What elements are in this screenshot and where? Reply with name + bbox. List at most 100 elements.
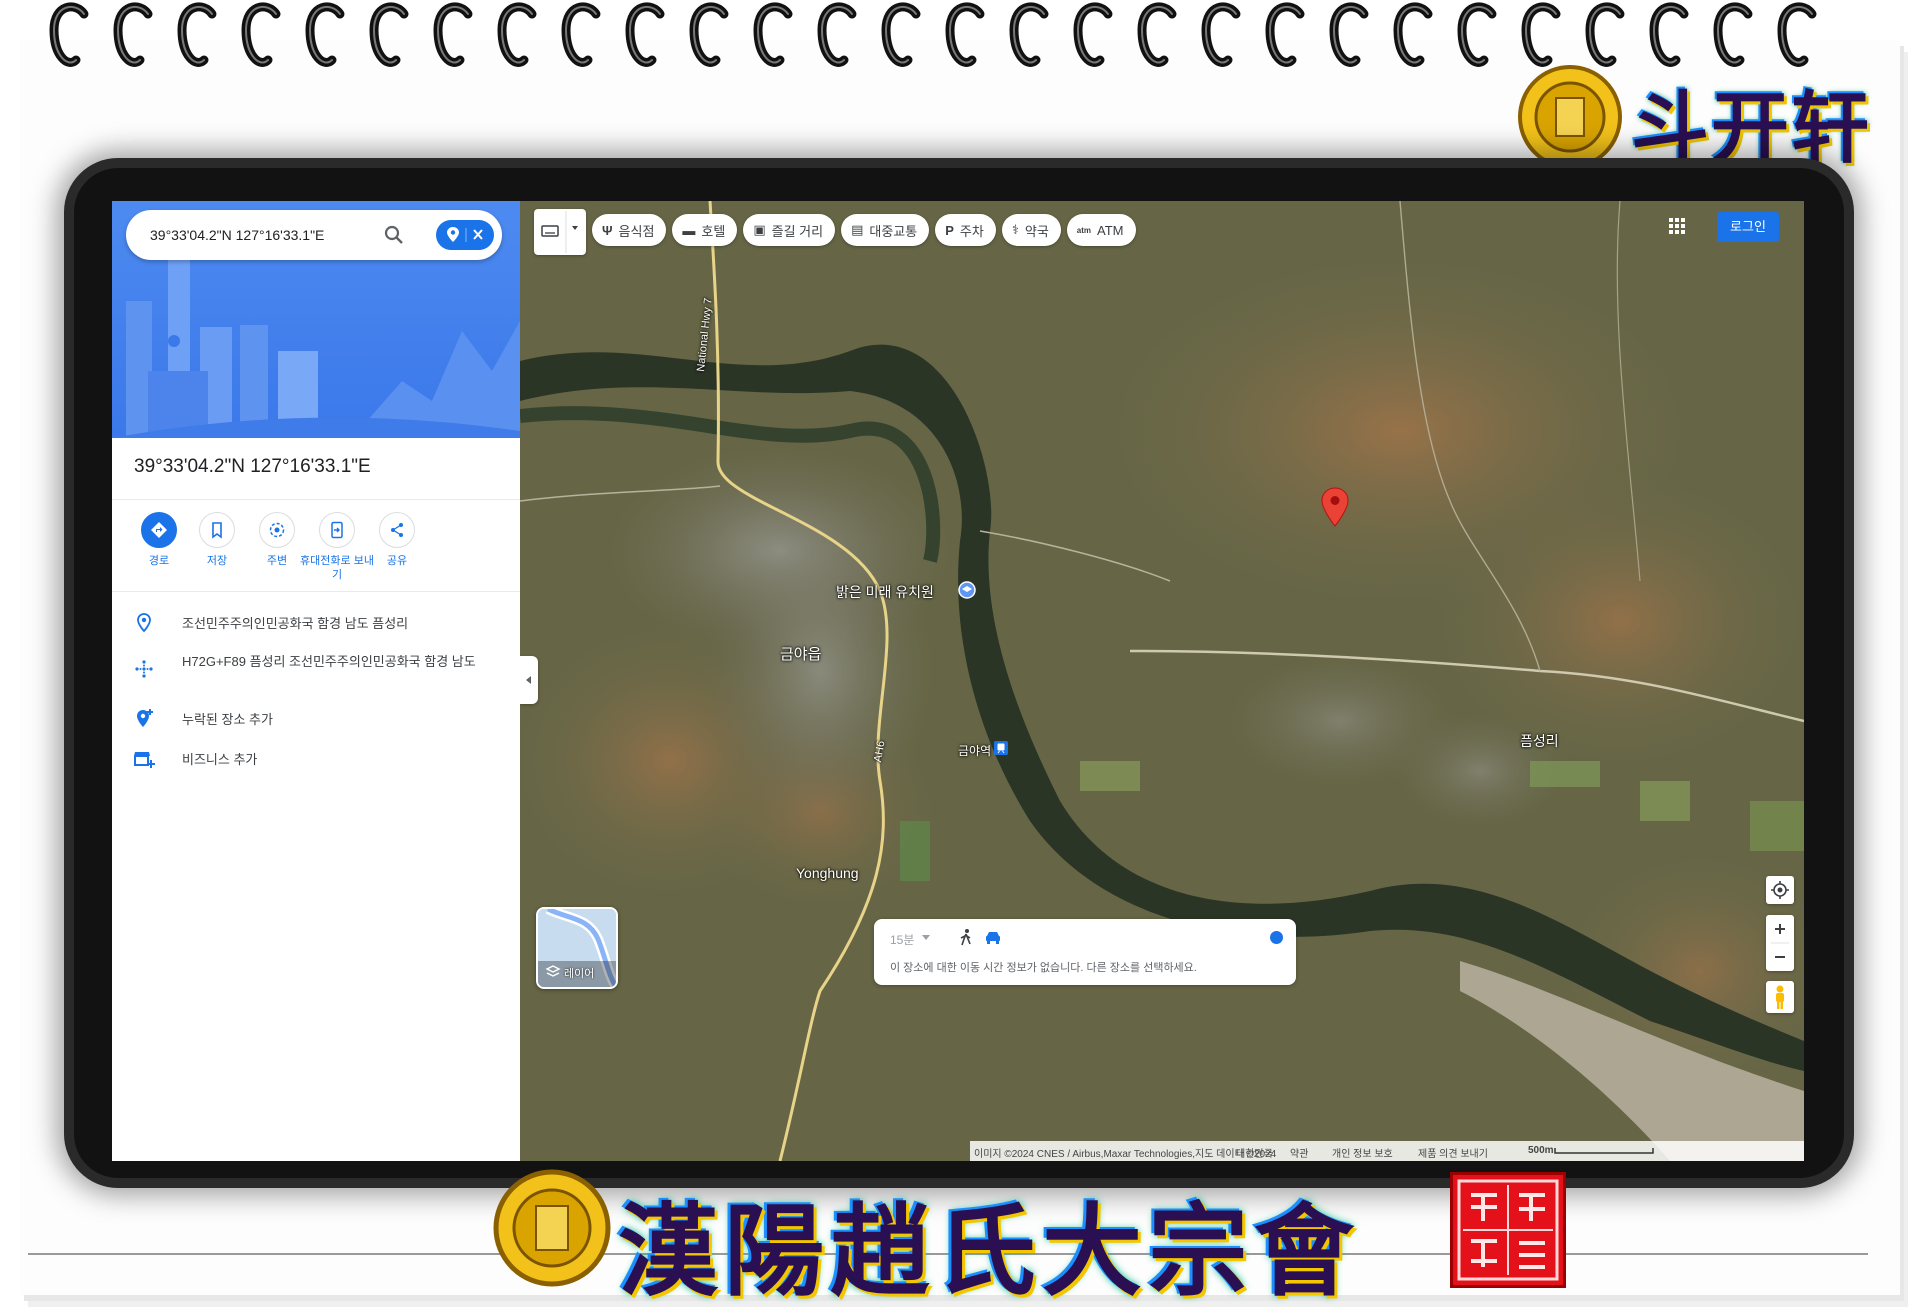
chevron-left-icon	[526, 676, 531, 684]
place-panel: 39°33'04.2"N 127°16'33.1"E 39°33'04.2"N …	[112, 201, 521, 1161]
street-view-pegman[interactable]	[1766, 981, 1794, 1013]
chip-restaurants[interactable]: Ψ 음식점	[592, 214, 667, 246]
apps-grid-icon[interactable]	[1668, 217, 1686, 235]
add-business-row[interactable]: 비즈니스 추가	[132, 747, 502, 775]
map-label-town[interactable]: 금야읍	[780, 643, 821, 664]
travel-mode-indicator	[1270, 931, 1283, 944]
spiral-ring	[366, 0, 416, 72]
train-station-icon[interactable]	[994, 741, 1008, 755]
action-label: 공유	[386, 555, 408, 567]
input-tools-button[interactable]	[534, 209, 586, 255]
chip-atm[interactable]: atm ATM	[1066, 214, 1136, 246]
chip-label: 즐길 거리	[771, 223, 824, 239]
maps-screen: 39°33'04.2"N 127°16'33.1"E 39°33'04.2"N …	[112, 201, 1804, 1161]
search-icon[interactable]	[382, 223, 406, 247]
plus-code-row[interactable]: H72G+F89 픔성리 조선민주주의인민공화국 함경 남도	[132, 649, 502, 693]
spiral-ring	[942, 0, 992, 72]
layers-button[interactable]: 레이어	[536, 907, 618, 989]
spiral-ring	[1006, 0, 1056, 72]
zoom-in-icon	[1775, 924, 1785, 934]
brand-top: 斗开轩	[1515, 62, 1895, 182]
search-input[interactable]: 39°33'04.2"N 127°16'33.1"E	[150, 227, 324, 243]
restaurant-icon: Ψ	[602, 222, 613, 238]
address-text: 조선민주주의인민공화국 함경 남도 픔성리	[182, 616, 409, 631]
divider	[112, 499, 520, 500]
red-seal-stamp	[1450, 1172, 1566, 1288]
spiral-ring	[302, 0, 352, 72]
walking-icon[interactable]	[958, 928, 974, 946]
divider	[112, 591, 520, 592]
pegman-icon	[1776, 985, 1784, 1009]
spiral-ring	[1326, 0, 1376, 72]
brand-top-text: 斗开轩	[1631, 83, 1872, 174]
plus-code-text: H72G+F89 픔성리 조선민주주의인민공화국 함경 남도	[182, 654, 476, 669]
chip-parking[interactable]: P 주차	[935, 214, 996, 246]
attribution-text: 이미지 ©2024 CNES / Airbus,Maxar Technologi…	[974, 1149, 1277, 1160]
my-location-icon	[1771, 881, 1789, 899]
login-button[interactable]: 로그인	[1717, 212, 1779, 242]
travel-message: 이 장소에 대한 이동 시간 정보가 없습니다. 다른 장소를 선택하세요.	[890, 962, 1197, 974]
brand-bottom-text: 漢陽趙氏大宗會	[618, 1192, 1360, 1310]
map-footer: 이미지 ©2024 CNES / Airbus,Maxar Technologi…	[970, 1141, 1804, 1161]
chip-label: 약국	[1024, 223, 1049, 239]
add-missing-place-row[interactable]: 누락된 장소 추가	[132, 707, 502, 735]
share-button[interactable]: 공유	[360, 512, 434, 568]
category-chips: Ψ 음식점 ▬ 호텔 ▣ 즐길 거리 ▤ 대중교통 P 주차 ⚕ 약국 atm ATM	[534, 209, 1136, 255]
terms-link[interactable]: 약관	[1290, 1145, 1308, 1160]
spiral-ring	[686, 0, 736, 72]
chip-things-to-do[interactable]: ▣ 즐길 거리	[743, 214, 836, 246]
spiral-ring	[46, 0, 96, 72]
address-row[interactable]: 조선민주주의인민공화국 함경 남도 픔성리	[132, 611, 502, 639]
brand-bottom: 漢陽趙氏大宗會	[490, 1160, 1570, 1310]
travel-time-select[interactable]: 15분	[890, 931, 914, 948]
spiral-ring	[878, 0, 928, 72]
hero-illustration: 39°33'04.2"N 127°16'33.1"E	[112, 201, 520, 438]
spiral-ring	[558, 0, 608, 72]
add-place-icon	[137, 709, 153, 727]
privacy-link[interactable]: 개인 정보 보호	[1332, 1145, 1393, 1160]
share-icon	[391, 523, 403, 537]
collapse-panel-button[interactable]	[520, 656, 538, 704]
my-location-button[interactable]	[1766, 876, 1794, 904]
layers-label: 레이어	[564, 968, 595, 980]
chip-pharmacy[interactable]: ⚕ 약국	[1001, 214, 1061, 246]
chevron-down-icon[interactable]	[922, 935, 930, 941]
gold-emblem-icon	[493, 1169, 611, 1287]
chip-transit[interactable]: ▤ 대중교통	[841, 214, 930, 246]
location-pin-icon	[137, 613, 151, 633]
chip-hotels[interactable]: ▬ 호텔	[672, 214, 738, 246]
school-marker-icon[interactable]	[958, 581, 976, 599]
spiral-ring	[1454, 0, 1504, 72]
spiral-ring	[1198, 0, 1248, 72]
add-business-text: 비즈니스 추가	[182, 752, 258, 767]
scale-label[interactable]: 500m	[1528, 1145, 1554, 1156]
search-box[interactable]: 39°33'04.2"N 127°16'33.1"E	[126, 210, 502, 260]
country-link[interactable]: 대한민국	[1236, 1145, 1273, 1160]
red-location-pin-icon[interactable]	[1320, 487, 1350, 527]
directions-clear-pill[interactable]	[436, 220, 494, 250]
feedback-link[interactable]: 제품 의견 보내기	[1418, 1145, 1488, 1160]
spiral-ring	[494, 0, 544, 72]
send-to-phone-icon	[331, 521, 343, 539]
map-label-yonghung[interactable]: Yonghung	[796, 865, 859, 881]
car-icon[interactable]	[984, 929, 1002, 945]
plus-code-icon	[135, 660, 153, 678]
transit-icon: ▤	[851, 222, 864, 237]
spiral-ring	[110, 0, 160, 72]
keyboard-icon	[541, 211, 578, 253]
map-label-village[interactable]: 픔성리	[1520, 731, 1559, 751]
spiral-ring	[1070, 0, 1120, 72]
travel-time-card: 15분 이 장소에 대한 이동 시간 정보가 없습니다. 다른 장소를 선택하세…	[874, 919, 1296, 985]
place-title: 39°33'04.2"N 127°16'33.1"E	[134, 456, 371, 477]
map-label-kindergarten[interactable]: 밝은 미래 유치원	[836, 582, 934, 602]
spiral-ring	[750, 0, 800, 72]
spiral-ring	[1390, 0, 1440, 72]
add-business-icon	[134, 752, 155, 768]
parking-icon: P	[945, 222, 954, 238]
spiral-ring	[814, 0, 864, 72]
satellite-imagery	[520, 201, 1804, 1161]
map-label-station[interactable]: 금야역	[958, 742, 991, 759]
spiral-ring	[238, 0, 288, 72]
satellite-map[interactable]: Ψ 음식점 ▬ 호텔 ▣ 즐길 거리 ▤ 대중교통 P 주차 ⚕ 약국 atm ATM 로그인…	[520, 201, 1804, 1161]
spiral-ring	[174, 0, 224, 72]
